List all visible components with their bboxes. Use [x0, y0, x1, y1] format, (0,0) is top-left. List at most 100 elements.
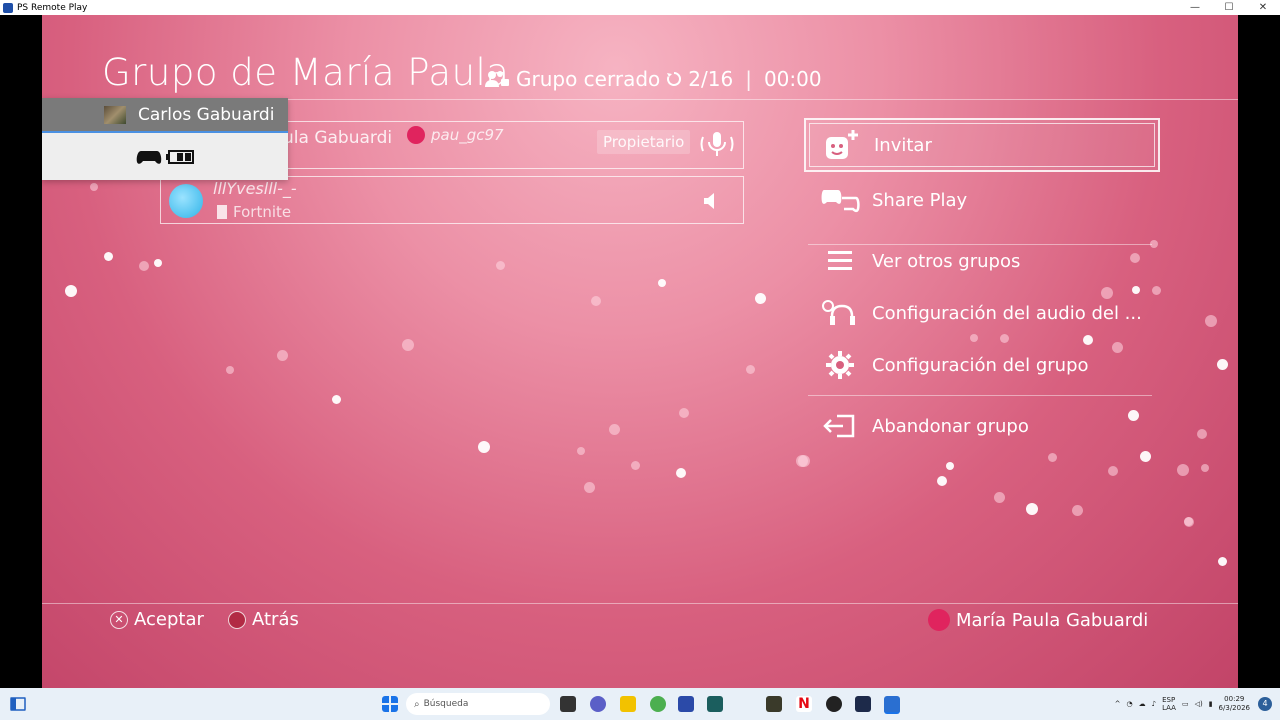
user-avatar-icon	[928, 609, 950, 631]
store-icon[interactable]	[678, 696, 694, 712]
mic-tray-icon[interactable]: ♪	[1152, 700, 1156, 708]
menu-item-invite[interactable]: Invitar	[804, 118, 1160, 172]
group-privacy: Grupo cerrado	[516, 67, 661, 91]
back-label: Atrás	[252, 609, 299, 630]
invite-icon	[822, 128, 862, 162]
menu-item-leave-group[interactable]: Abandonar grupo	[804, 399, 1160, 453]
netflix-icon[interactable]: N	[796, 696, 812, 712]
menu-item-share-play[interactable]: Share Play	[804, 173, 1160, 227]
menu-item-label: Ver otros grupos	[872, 250, 1021, 272]
app-icon[interactable]	[826, 696, 842, 712]
controller-icon	[136, 150, 162, 164]
petal	[754, 292, 766, 304]
app-icon[interactable]	[855, 696, 871, 712]
members-count-icon	[667, 72, 682, 86]
back-hint[interactable]: Atrás	[228, 609, 299, 630]
task-view-icon[interactable]	[560, 696, 576, 712]
battery-tray-icon[interactable]: ▮	[1209, 700, 1213, 708]
list-icon	[820, 244, 860, 278]
app-icon[interactable]	[707, 696, 723, 712]
menu-item-other-groups[interactable]: Ver otros grupos	[804, 234, 1160, 288]
petal	[139, 261, 149, 271]
system-tray: ^ ◔ ☁ ♪ ESP LAA ▭ ◁) ▮ 00:29 6/3/2026	[1115, 688, 1250, 720]
popup-header: Carlos Gabuardi	[42, 98, 288, 131]
circle-button-icon	[228, 610, 246, 629]
game-app-icon[interactable]	[766, 696, 782, 712]
petal	[331, 394, 341, 404]
maximize-button[interactable]: ☐	[1212, 0, 1246, 15]
user-avatar	[104, 105, 126, 124]
menu-divider	[808, 395, 1152, 396]
show-desktop-icon[interactable]	[10, 696, 26, 712]
display-icon[interactable]: ▭	[1182, 700, 1189, 708]
chat-icon[interactable]	[590, 696, 606, 712]
member-row[interactable]: lllYveslll-_- Fortnite	[160, 176, 744, 224]
petal	[658, 279, 666, 287]
audio-settings-icon	[820, 296, 860, 330]
lang-bottom: LAA	[1162, 704, 1176, 712]
menu-item-group-settings[interactable]: Configuración del grupo	[804, 338, 1160, 392]
gear-icon	[820, 348, 860, 382]
petal	[608, 423, 620, 435]
petal	[745, 364, 755, 374]
member-avatar	[169, 184, 203, 218]
petal	[630, 460, 640, 470]
petal	[946, 462, 954, 470]
accept-hint[interactable]: ✕ Aceptar	[110, 609, 204, 630]
petal	[65, 285, 77, 297]
current-user: María Paula Gabuardi	[928, 609, 1148, 631]
network-icon[interactable]: ◔	[1127, 700, 1133, 708]
petal	[993, 491, 1005, 503]
petal	[1071, 504, 1083, 516]
ps-remote-play-icon[interactable]	[884, 696, 900, 714]
minimize-button[interactable]: —	[1178, 0, 1212, 15]
petal	[226, 366, 234, 374]
leave-icon	[820, 409, 860, 443]
clock[interactable]: 00:29 6/3/2026	[1219, 695, 1250, 713]
menu-item-audio-settings[interactable]: Configuración del audio del ...	[804, 286, 1160, 340]
window-controls: — ☐ ✕	[1178, 0, 1280, 15]
petal	[276, 349, 288, 361]
petal	[90, 183, 98, 191]
member-online-id: pau_gc97	[407, 126, 504, 144]
volume-icon[interactable]: ◁)	[1195, 700, 1203, 708]
current-user-name: María Paula Gabuardi	[956, 609, 1149, 631]
members-count: 2/16	[688, 67, 734, 91]
account-popup[interactable]: Carlos Gabuardi	[42, 98, 288, 180]
notification-badge[interactable]: 4	[1258, 697, 1272, 711]
petal	[402, 339, 414, 351]
search-placeholder: Búsqueda	[423, 699, 469, 709]
cloud-icon[interactable]: ☁	[1139, 700, 1146, 708]
file-explorer-icon[interactable]	[620, 696, 636, 712]
member-online-id-text: pau_gc97	[431, 126, 504, 144]
petal	[1201, 464, 1209, 472]
member-avatar-icon	[407, 126, 425, 144]
menu-item-label: Share Play	[872, 189, 968, 211]
chevron-up-icon[interactable]: ^	[1115, 700, 1121, 708]
windows-start-icon[interactable]	[382, 696, 398, 712]
taskbar-search[interactable]: ⌕ Búsqueda	[406, 693, 550, 715]
group-timer: 00:00	[763, 67, 822, 91]
window-title: PS Remote Play	[17, 2, 88, 13]
menu-item-label: Invitar	[874, 134, 932, 156]
group-meta: Grupo cerrado 2/16 | 00:00	[484, 67, 822, 91]
chrome-icon[interactable]	[650, 696, 666, 712]
petal	[577, 447, 585, 455]
petal	[154, 259, 162, 267]
lang-top: ESP	[1162, 696, 1176, 704]
taskbar: ⌕ Búsqueda N ^ ◔ ☁ ♪ ESP LAA ▭ ◁) ▮ 00:2…	[0, 688, 1280, 720]
menu-item-label: Abandonar grupo	[872, 415, 1029, 437]
petal	[679, 408, 689, 418]
battery-icon	[166, 149, 194, 164]
language-indicator[interactable]: ESP LAA	[1162, 696, 1176, 712]
meta-separator: |	[745, 67, 752, 91]
accept-label: Aceptar	[134, 609, 204, 630]
petal	[1197, 429, 1207, 439]
member-online-id-text: lllYveslll-_-	[213, 179, 297, 198]
petal	[796, 455, 808, 467]
member-game-title: Fortnite	[233, 203, 292, 221]
clock-date: 6/3/2026	[1218, 704, 1250, 712]
close-button[interactable]: ✕	[1246, 0, 1280, 15]
petal	[495, 260, 505, 270]
group-closed-icon	[485, 71, 509, 87]
